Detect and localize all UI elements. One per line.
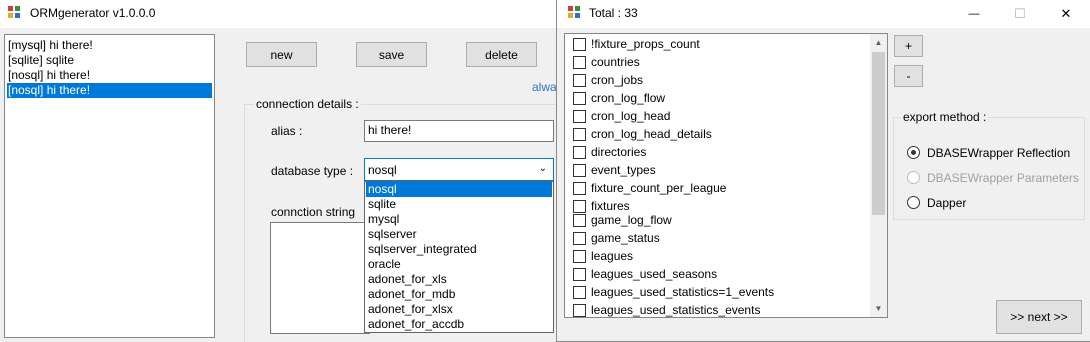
list-item-label: cron_log_head_details [591,127,712,141]
list-item-label: leagues [591,249,634,263]
maximize-icon[interactable]: ☐ [997,0,1043,28]
app-icon [8,6,22,20]
checkbox[interactable] [573,128,586,141]
database-type-value: nosql [368,163,397,177]
list-item[interactable]: [mysql] hi there! [7,38,212,53]
dropdown-option[interactable]: adonet_for_xlsx [366,302,552,317]
checkbox[interactable] [573,268,586,281]
checkbox[interactable] [573,110,586,123]
title-bar[interactable]: ORMgenerator v1.0.0.0 [0,0,556,28]
list-item-label: !fixture_props_count [591,37,700,51]
chevron-down-icon[interactable]: ⌄ [539,163,547,174]
list-item[interactable]: [nosql] hi there! [7,68,212,83]
next-button[interactable]: >> next >> [996,300,1082,334]
scrollbar-thumb[interactable] [872,52,885,215]
checkbox[interactable] [573,304,586,317]
app-icon [568,6,582,20]
checkbox[interactable] [573,286,586,299]
checkbox[interactable] [573,146,586,159]
database-type-dropdown[interactable]: nosql sqlite mysql sqlserver sqlserver_i… [364,181,554,333]
dropdown-option[interactable]: adonet_for_xls [366,272,552,287]
dropdown-option[interactable]: sqlite [366,197,552,212]
radio-label: Dapper [927,196,967,210]
radio-button [907,171,920,184]
add-button[interactable]: + [894,35,923,57]
list-item-label: leagues_used_statistics=1_events [591,285,775,299]
scroll-up-icon[interactable]: ▲ [870,34,887,51]
save-button[interactable]: save [356,42,427,67]
list-item-label: cron_log_head [591,109,671,123]
always-link-partial[interactable]: alwa [532,80,557,94]
new-button[interactable]: new [246,42,317,67]
radio-label: DBASEWrapper Reflection [927,146,1071,160]
dropdown-option[interactable]: oracle [366,257,552,272]
tables-checklist[interactable]: !fixture_props_count countries cron_jobs… [564,33,888,318]
checkbox[interactable] [573,92,586,105]
list-item-label: leagues_used_seasons [591,267,718,281]
configs-listbox[interactable]: [mysql] hi there! [sqlite] sqlite [nosql… [4,34,215,338]
list-item-label: cron_log_flow [591,91,666,105]
database-type-select[interactable]: nosql ⌄ [364,158,554,181]
minimize-icon[interactable]: — [951,0,997,28]
list-item-label: game_log_flow [591,213,672,227]
checkbox[interactable] [573,182,586,195]
dropdown-option[interactable]: adonet_for_mdb [366,287,552,302]
radio-button[interactable] [907,196,920,209]
checkbox[interactable] [573,74,586,87]
alias-label: alias : [271,124,303,138]
scroll-down-icon[interactable]: ▼ [870,300,887,317]
checkbox[interactable] [573,38,586,51]
list-item-label: game_status [591,231,660,245]
dropdown-option[interactable]: adonet_for_accdb [366,317,552,332]
checkbox[interactable] [573,232,586,245]
dropdown-option[interactable]: mysql [366,212,552,227]
delete-button[interactable]: delete [466,42,537,67]
dropdown-option[interactable]: nosql [366,182,552,197]
alias-input[interactable]: hi there! [364,120,554,142]
list-item-label: event_types [591,163,656,177]
connection-string-input[interactable] [270,222,370,334]
close-icon[interactable]: ✕ [1043,0,1089,28]
connection-string-label: connction string [271,205,356,219]
radio-button[interactable] [907,146,920,159]
checkbox[interactable] [573,200,586,213]
checkbox[interactable] [573,250,586,263]
connection-details-title: connection details : [254,97,361,111]
list-item-label: directories [591,145,647,159]
radio-label: DBASEWrapper Parameters [927,171,1079,185]
export-method-title: export method : [901,110,989,124]
list-item[interactable]: [sqlite] sqlite [7,53,212,68]
export-method-group [893,117,1085,220]
title-bar[interactable]: Total : 33 — ☐ ✕ [557,0,1090,28]
window-title: ORMgenerator v1.0.0.0 [30,6,156,20]
database-type-label: database type : [271,164,354,178]
dropdown-option[interactable]: sqlserver [366,227,552,242]
list-item[interactable]: [nosql] hi there! [7,83,212,98]
dropdown-option[interactable]: sqlserver_integrated [366,242,552,257]
list-item-label: countries [591,55,640,69]
checkbox[interactable] [573,56,586,69]
checkbox[interactable] [573,214,586,227]
remove-button[interactable]: - [894,65,923,87]
table-selection-window: Total : 33 — ☐ ✕ !fixture_props_count co… [556,0,1090,342]
vertical-scrollbar[interactable]: ▲ ▼ [870,34,887,317]
ormgenerator-window: ORMgenerator v1.0.0.0 [mysql] hi there! … [0,0,574,342]
list-item-label: fixture_count_per_league [591,181,727,195]
list-item-label: leagues_used_statistics_events [591,303,761,317]
checkbox[interactable] [573,164,586,177]
list-item-label: cron_jobs [591,73,644,87]
window-title: Total : 33 [589,6,638,20]
